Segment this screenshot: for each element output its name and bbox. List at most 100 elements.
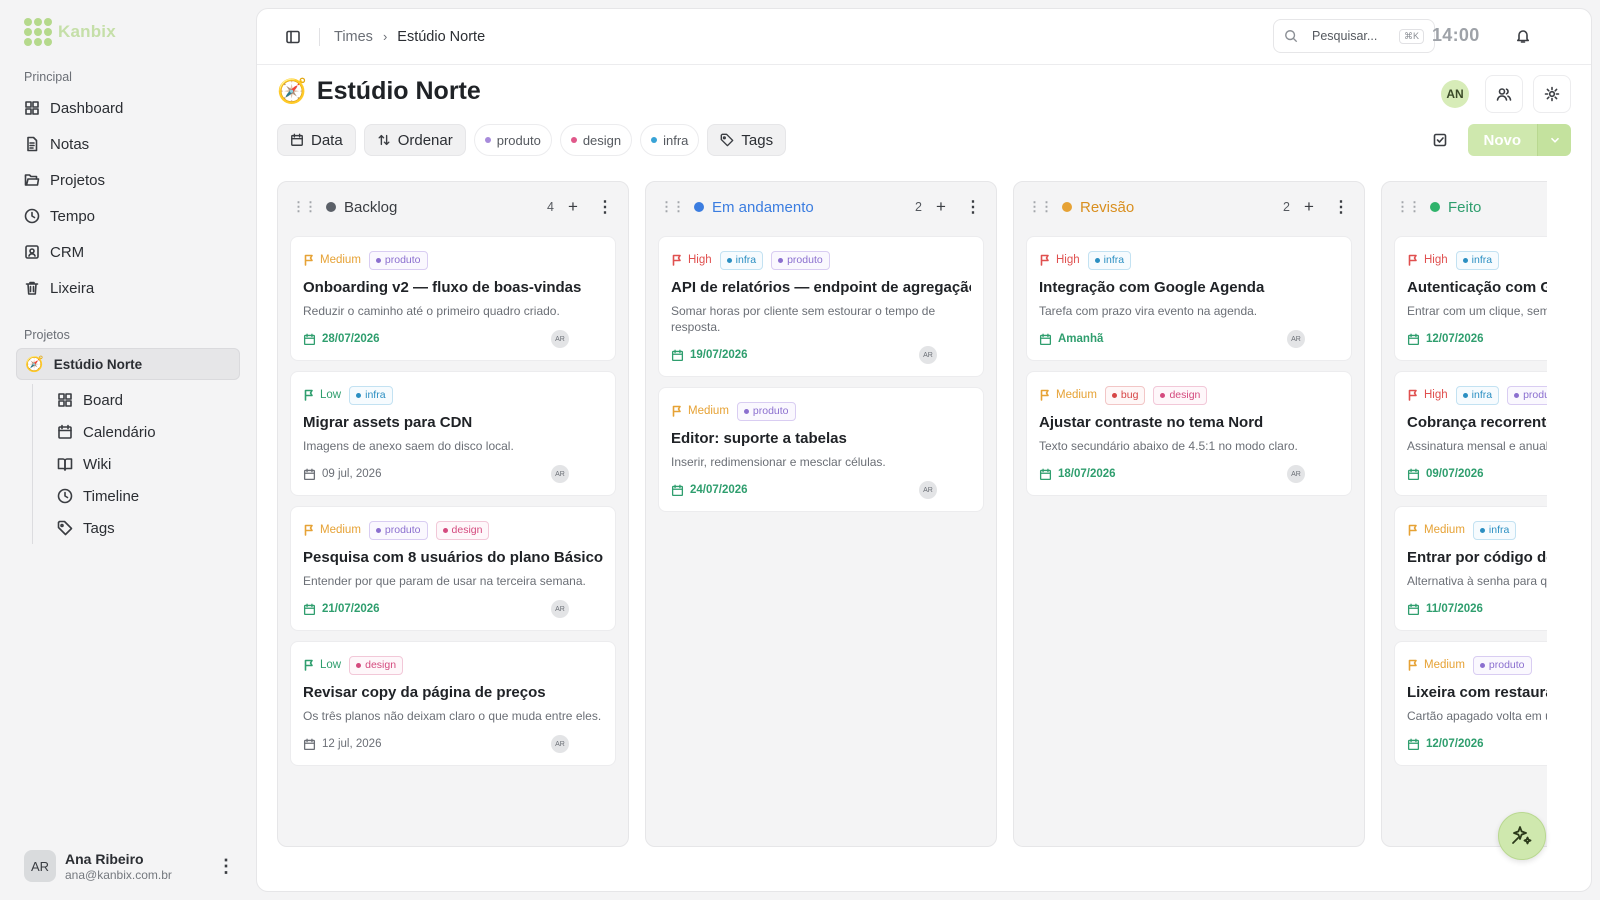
task-card[interactable]: High infra produto API de relatórios — endp… [658,236,984,377]
search-placeholder: Pesquisar... [1312,29,1378,43]
date-filter-button[interactable]: Data [277,124,356,156]
user-menu-icon[interactable]: ⋮ [216,856,236,876]
task-card[interactable]: High infra produto Cobrança recorrente Assin… [1394,371,1547,496]
search-shortcut: ⌘K [1398,28,1424,44]
task-card[interactable]: Medium produto design Pesquisa com 8 usuári… [290,506,616,631]
avatar: AR [24,850,56,882]
sidebar-item-tags[interactable]: Tags [49,512,240,544]
drag-handle-icon[interactable]: ⋮⋮ [1396,199,1421,215]
sidebar-item-estudio-norte[interactable]: 🧭 Estúdio Norte [16,348,240,380]
settings-button[interactable] [1533,75,1571,113]
card-footer: 12/07/2026AR [1407,735,1547,753]
member-avatar[interactable]: AN [1441,80,1469,108]
card-meta: High infra [1039,250,1339,270]
tag-dot [356,662,362,668]
chevron-down-icon[interactable] [1537,124,1571,156]
column-menu-icon[interactable]: ⋮ [1330,196,1352,218]
sidebar-item-label: Tempo [50,207,96,225]
select-mode-button[interactable] [1424,124,1456,156]
tag-dot [375,257,381,263]
board-tools: Novo [1424,124,1571,156]
drag-handle-icon[interactable]: ⋮⋮ [1028,199,1053,215]
sidebar-item-notas[interactable]: Notas [16,126,240,162]
tag-badge: produto [771,250,830,270]
task-card[interactable]: Low infra Migrar assets para CDN Imagens de… [290,371,616,496]
drag-handle-icon[interactable]: ⋮⋮ [660,199,685,215]
add-card-icon[interactable]: + [562,196,584,218]
sidebar-item-wiki[interactable]: Wiki [49,448,240,480]
toggle-sidebar-button[interactable] [277,21,309,53]
priority-label: High [688,254,712,266]
sidebar-item-tempo[interactable]: Tempo [16,198,240,234]
tag-filter-produto[interactable]: produto [473,124,552,156]
sidebar-item-crm[interactable]: CRM [16,234,240,270]
due-date-label: 09/07/2026 [1426,468,1484,480]
column-menu-icon[interactable]: ⋮ [594,196,616,218]
column-count: 2 [915,200,922,214]
page-title: Estúdio Norte [316,77,481,105]
sort-button[interactable]: Ordenar [363,124,466,156]
task-card[interactable]: Medium bug design Ajustar contraste no tema… [1026,371,1352,496]
tag-filter-infra[interactable]: infra [640,124,700,156]
dashboard-icon [25,101,39,115]
search-input[interactable]: Pesquisar... ⌘K [1273,19,1435,53]
column-count: 2 [1283,200,1290,214]
sidebar-item-calendario[interactable]: Calendário [49,416,240,448]
tag-badge: produto [736,401,796,421]
priority-badge: Medium [1407,659,1465,671]
card-description: Assinatura mensal e anual. [1407,439,1547,453]
card-title: Cobrança recorrente [1407,414,1547,431]
tag-dot [356,392,362,398]
new-button[interactable]: Novo [1467,124,1537,156]
tags-filter-button[interactable]: Tags [707,124,787,156]
assignee-avatar: AR [551,600,569,618]
members-button[interactable] [1485,75,1523,113]
sidebar-toggle-icon [286,30,300,43]
board-column: ⋮⋮ Em andamento 2 + ⋮ High infra produto API de … [645,181,997,847]
flag-icon [1040,389,1049,401]
drag-handle-icon[interactable]: ⋮⋮ [292,199,317,215]
task-card[interactable]: High infra Integração com Google Agenda Tar… [1026,236,1352,361]
assignee-avatar: AR [919,481,937,499]
sidebar-item-dashboard[interactable]: Dashboard [16,90,240,126]
page-header: 🧭 Estúdio Norte [277,77,481,106]
breadcrumb-link-times[interactable]: Times [334,29,373,45]
sidebar-item-timeline[interactable]: Timeline [49,480,240,512]
sidebar-item-projetos[interactable]: Projetos [16,162,240,198]
add-card-icon[interactable]: + [1298,196,1320,218]
priority-label: Medium [688,405,729,417]
task-card[interactable]: Low design Revisar copy da página de preço… [290,641,616,766]
flag-icon [1408,254,1417,266]
logo[interactable]: Kanbix [24,18,240,46]
ai-assistant-button[interactable] [1498,812,1546,860]
priority-label: Medium [1424,524,1465,536]
date-filter-label: Data [311,131,343,149]
flag-icon [304,254,313,266]
breadcrumb-current: Estúdio Norte [397,28,486,45]
card-footer: 11/07/2026AR [1407,600,1547,618]
user-card[interactable]: AR Ana Ribeiro ana@kanbix.com.br ⋮ [24,850,236,882]
sidebar-item-board[interactable]: Board [49,384,240,416]
column-header: ⋮⋮ Revisão 2 + ⋮ [1026,192,1352,222]
priority-badge: Medium [303,254,361,266]
task-card[interactable]: Medium produto Lixeira com restauração Cart… [1394,641,1547,766]
tag-dot [570,137,577,143]
tag-filter-design[interactable]: design [559,124,633,156]
notifications-button[interactable] [1507,20,1539,52]
card-title: Integração com Google Agenda [1039,279,1265,296]
column-menu-icon[interactable]: ⋮ [962,196,984,218]
task-card[interactable]: Medium produto Onboarding v2 — fluxo de bo… [290,236,616,361]
add-card-icon[interactable]: + [930,196,952,218]
priority-badge: Low [303,389,341,401]
board-column: ⋮⋮Feito+⋮HighinfraAutenticação com Googl… [1381,181,1547,847]
checkbox-icon [1433,133,1446,147]
task-card[interactable]: High infra Autenticação com Google Entrar c… [1394,236,1547,361]
tag-badge: produto [368,250,428,270]
task-card[interactable]: Medium produto Editor: suporte a tabelas In… [658,387,984,512]
task-card[interactable]: Medium infra Entrar por código de e-mail Al… [1394,506,1547,631]
column-title: Backlog [344,198,398,216]
sidebar-item-lixeira[interactable]: Lixeira [16,270,240,306]
sidebar-item-label: Projetos [50,171,106,189]
card-title: Editor: suporte a tabelas [671,430,847,447]
flag-icon [304,389,313,401]
